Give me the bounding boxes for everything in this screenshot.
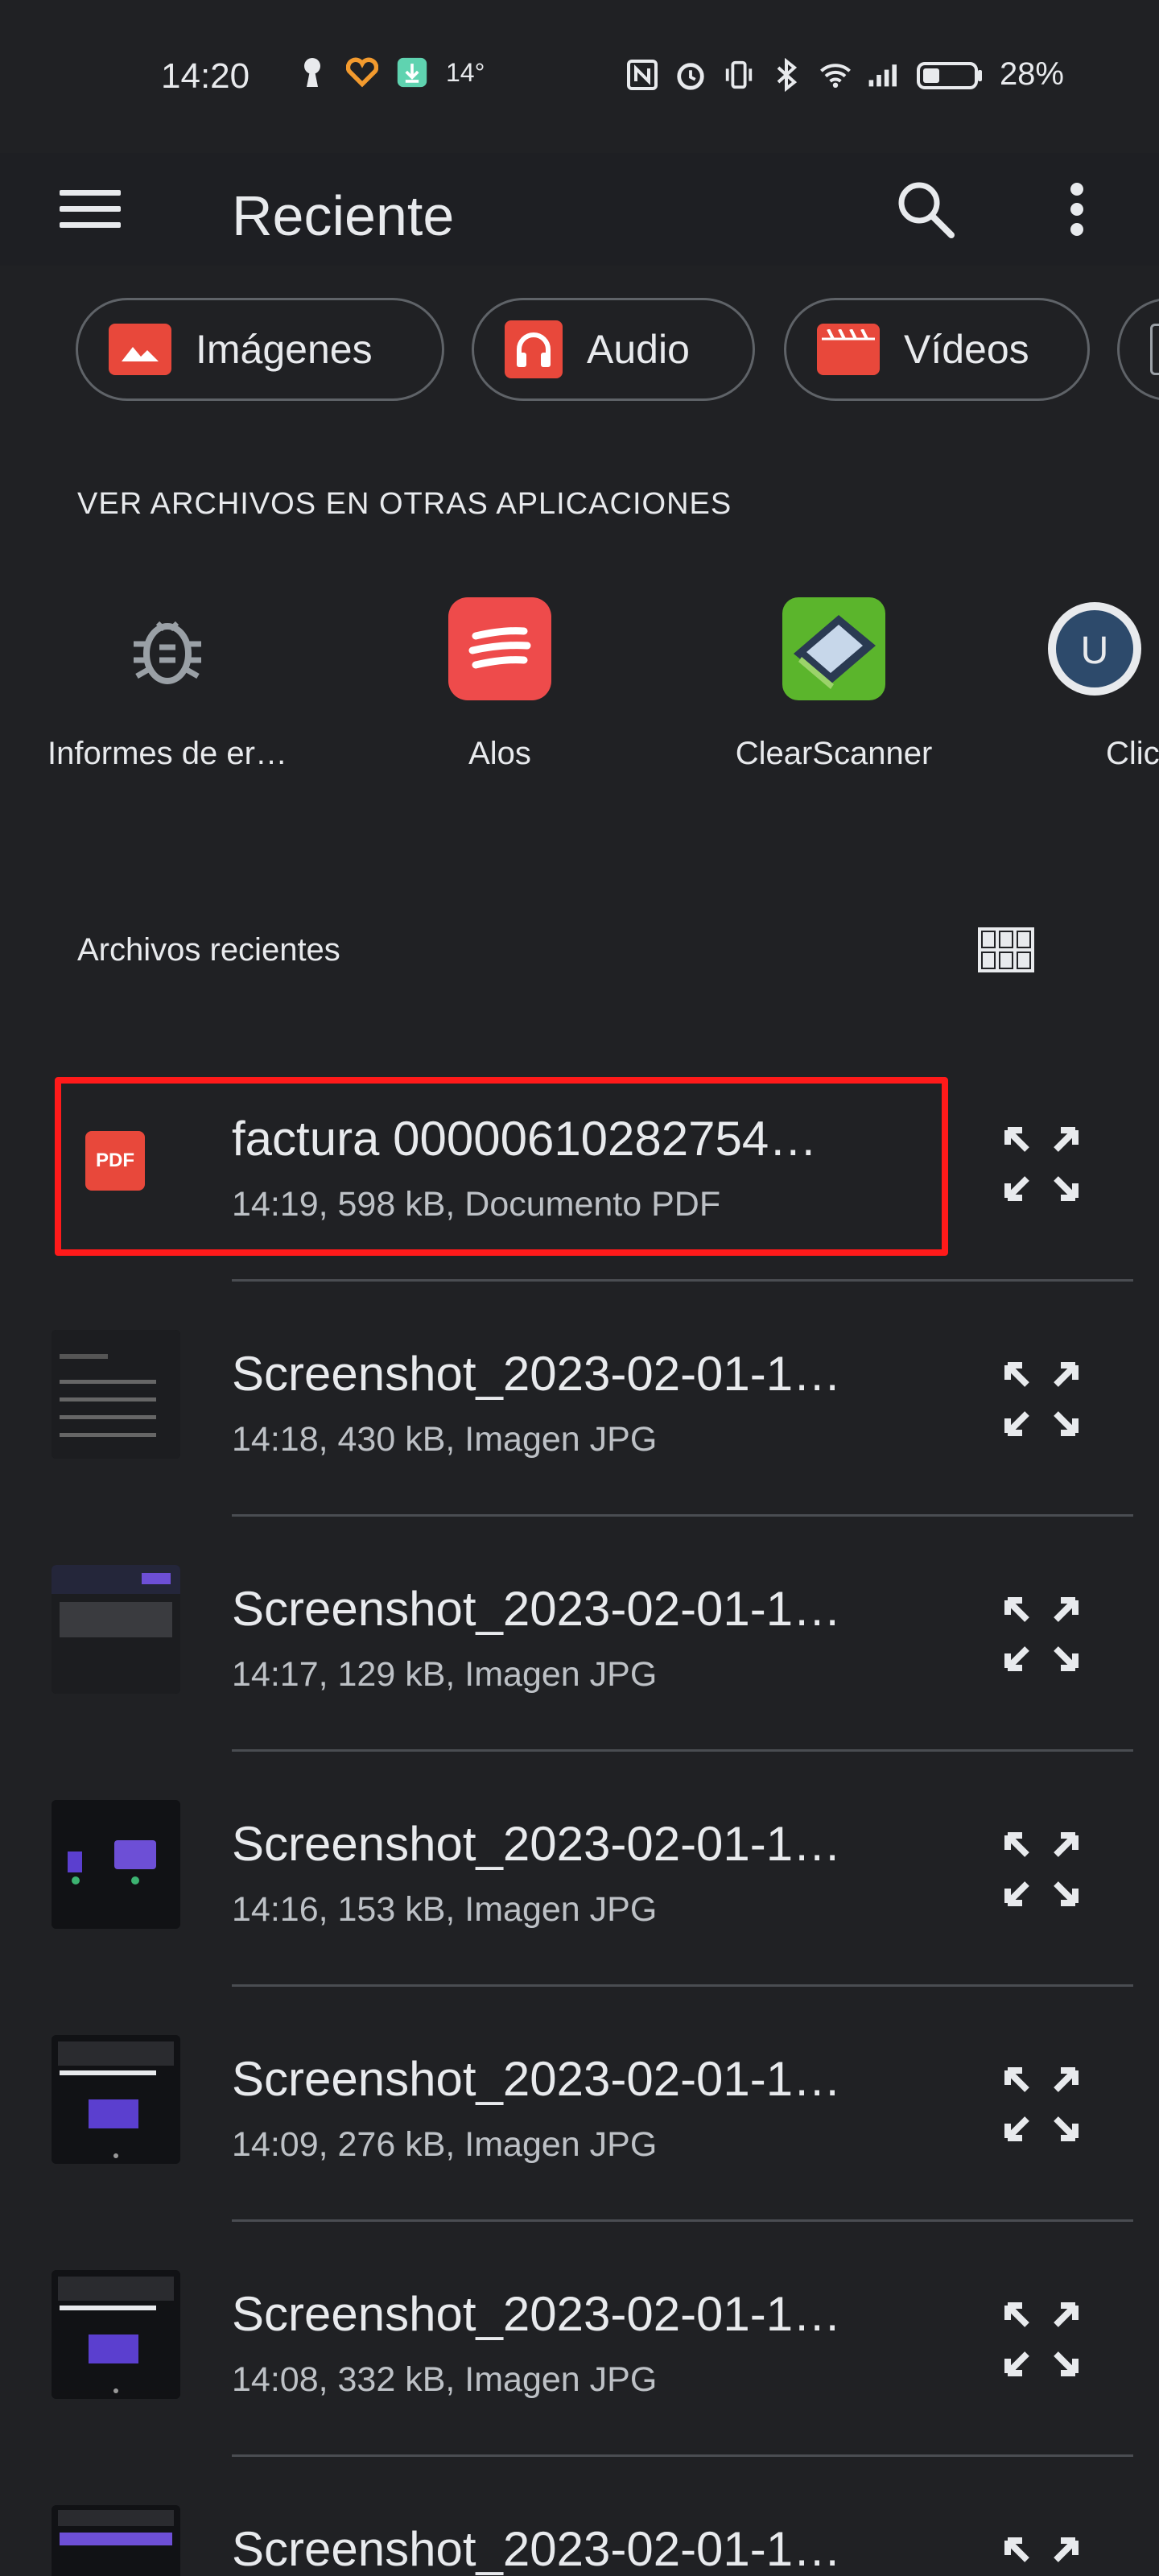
expand-icon	[1004, 1362, 1079, 1436]
hamburger-menu-icon	[60, 190, 121, 228]
chip-more[interactable]	[1117, 298, 1159, 401]
expand-icon	[1004, 2067, 1079, 2141]
file-thumbnail	[52, 2035, 180, 2164]
nfc-icon	[626, 59, 658, 91]
file-name: Screenshot_2023-02-01-1…	[232, 1817, 842, 1871]
chip-label: Vídeos	[904, 327, 1029, 372]
app-informes[interactable]: Informes de er…	[14, 597, 320, 772]
file-meta: 14:16, 153 kB, Imagen JPG	[232, 1890, 658, 1929]
list-item[interactable]: Screenshot_2023-02-01-1… 14:09, 276 kB, …	[0, 1987, 1159, 2222]
clic-app-icon: U	[1043, 597, 1146, 700]
clearscanner-app-icon	[782, 597, 885, 700]
more-options-button[interactable]	[1038, 171, 1116, 248]
grid-view-icon	[978, 927, 1034, 972]
file-name: Screenshot_2023-02-01-1…	[232, 1347, 842, 1401]
app-label: Informes de er…	[47, 736, 287, 771]
headphones-icon	[505, 320, 563, 378]
svg-text:U: U	[1081, 630, 1109, 672]
list-item[interactable]: Screenshot_2023-02-01-1…	[0, 2457, 1159, 2576]
chip-images[interactable]: Imágenes	[76, 298, 444, 401]
file-meta: 14:08, 332 kB, Imagen JPG	[232, 2360, 658, 2399]
file-thumbnail	[52, 1800, 180, 1929]
bluetooth-icon	[771, 57, 803, 92]
apps-row: Informes de er… Alos ClearScanner U Clic	[0, 597, 1159, 791]
status-bar: 14:20 14° 28%	[0, 0, 1159, 153]
expand-button[interactable]	[996, 1589, 1087, 1679]
file-thumbnail	[52, 1565, 180, 1694]
menu-button[interactable]	[56, 175, 124, 243]
alos-app-icon	[448, 597, 551, 700]
file-thumbnail	[52, 1330, 180, 1459]
heart-app-icon	[346, 56, 378, 89]
expand-icon	[1004, 1832, 1079, 1906]
category-chips: Imágenes Audio Vídeos	[76, 298, 1159, 401]
highlight-box	[55, 1077, 948, 1256]
search-icon	[898, 182, 955, 238]
alarm-icon	[674, 59, 707, 91]
app-bar: Reciente	[0, 153, 1159, 266]
apps-section-title: VER ARCHIVOS EN OTRAS APLICACIONES	[77, 487, 732, 521]
expand-button[interactable]	[996, 1119, 1087, 1209]
list-item[interactable]: Screenshot_2023-02-01-1… 14:16, 153 kB, …	[0, 1752, 1159, 1987]
wifi-icon	[819, 59, 852, 91]
chip-label: Imágenes	[196, 327, 373, 372]
file-name: Screenshot_2023-02-01-1…	[232, 1582, 842, 1636]
app-label: ClearScanner	[735, 736, 933, 771]
status-time: 14:20	[161, 56, 250, 96]
file-meta: 14:09, 276 kB, Imagen JPG	[232, 2125, 658, 2164]
chip-audio[interactable]: Audio	[472, 298, 755, 401]
app-clearscanner[interactable]: ClearScanner	[681, 597, 987, 772]
expand-icon	[1004, 1127, 1079, 1201]
expand-icon	[1004, 2302, 1079, 2376]
battery-percentage: 28%	[999, 56, 1064, 92]
status-notification-icons: 14°	[296, 56, 485, 89]
app-alos[interactable]: Alos	[347, 597, 653, 772]
file-thumbnail	[52, 2505, 180, 2576]
more-vert-icon	[1070, 183, 1083, 236]
vibrate-icon	[723, 59, 755, 91]
expand-icon	[1004, 2537, 1079, 2562]
file-name: Screenshot_2023-02-01-1…	[232, 2287, 842, 2341]
list-item[interactable]: Screenshot_2023-02-01-1… 14:08, 332 kB, …	[0, 2222, 1159, 2457]
chip-videos[interactable]: Vídeos	[784, 298, 1090, 401]
list-item[interactable]: Screenshot_2023-02-01-1… 14:18, 430 kB, …	[0, 1282, 1159, 1517]
bug-icon	[116, 597, 219, 700]
app-clic[interactable]: U Clic	[1043, 597, 1159, 772]
movie-icon	[817, 324, 880, 375]
chip-label: Audio	[587, 327, 690, 372]
file-meta: 14:17, 129 kB, Imagen JPG	[232, 1655, 658, 1694]
document-icon	[1150, 324, 1159, 375]
status-temperature: 14°	[446, 57, 485, 87]
app-label: Alos	[468, 736, 531, 771]
download-notification-icon	[396, 56, 428, 89]
image-icon	[109, 324, 171, 375]
search-button[interactable]	[887, 171, 964, 248]
file-name: Screenshot_2023-02-01-1…	[232, 2522, 842, 2576]
expand-button[interactable]	[996, 1824, 1087, 1914]
file-meta: 14:18, 430 kB, Imagen JPG	[232, 1420, 658, 1459]
expand-button[interactable]	[996, 2294, 1087, 2384]
list-item[interactable]: Screenshot_2023-02-01-1… 14:17, 129 kB, …	[0, 1517, 1159, 1752]
signal-icon	[868, 59, 900, 91]
expand-button[interactable]	[996, 2529, 1087, 2576]
battery-icon	[916, 59, 984, 91]
file-thumbnail	[52, 2270, 180, 2399]
keyhole-icon	[296, 56, 328, 89]
file-name: Screenshot_2023-02-01-1…	[232, 2052, 842, 2106]
app-label: Clic	[1106, 736, 1159, 771]
expand-button[interactable]	[996, 2059, 1087, 2149]
page-title: Reciente	[232, 184, 455, 247]
expand-icon	[1004, 1597, 1079, 1671]
status-system-icons: 28%	[626, 56, 1064, 93]
expand-button[interactable]	[996, 1354, 1087, 1444]
recent-files-title: Archivos recientes	[77, 932, 340, 968]
grid-view-button[interactable]	[974, 918, 1038, 982]
